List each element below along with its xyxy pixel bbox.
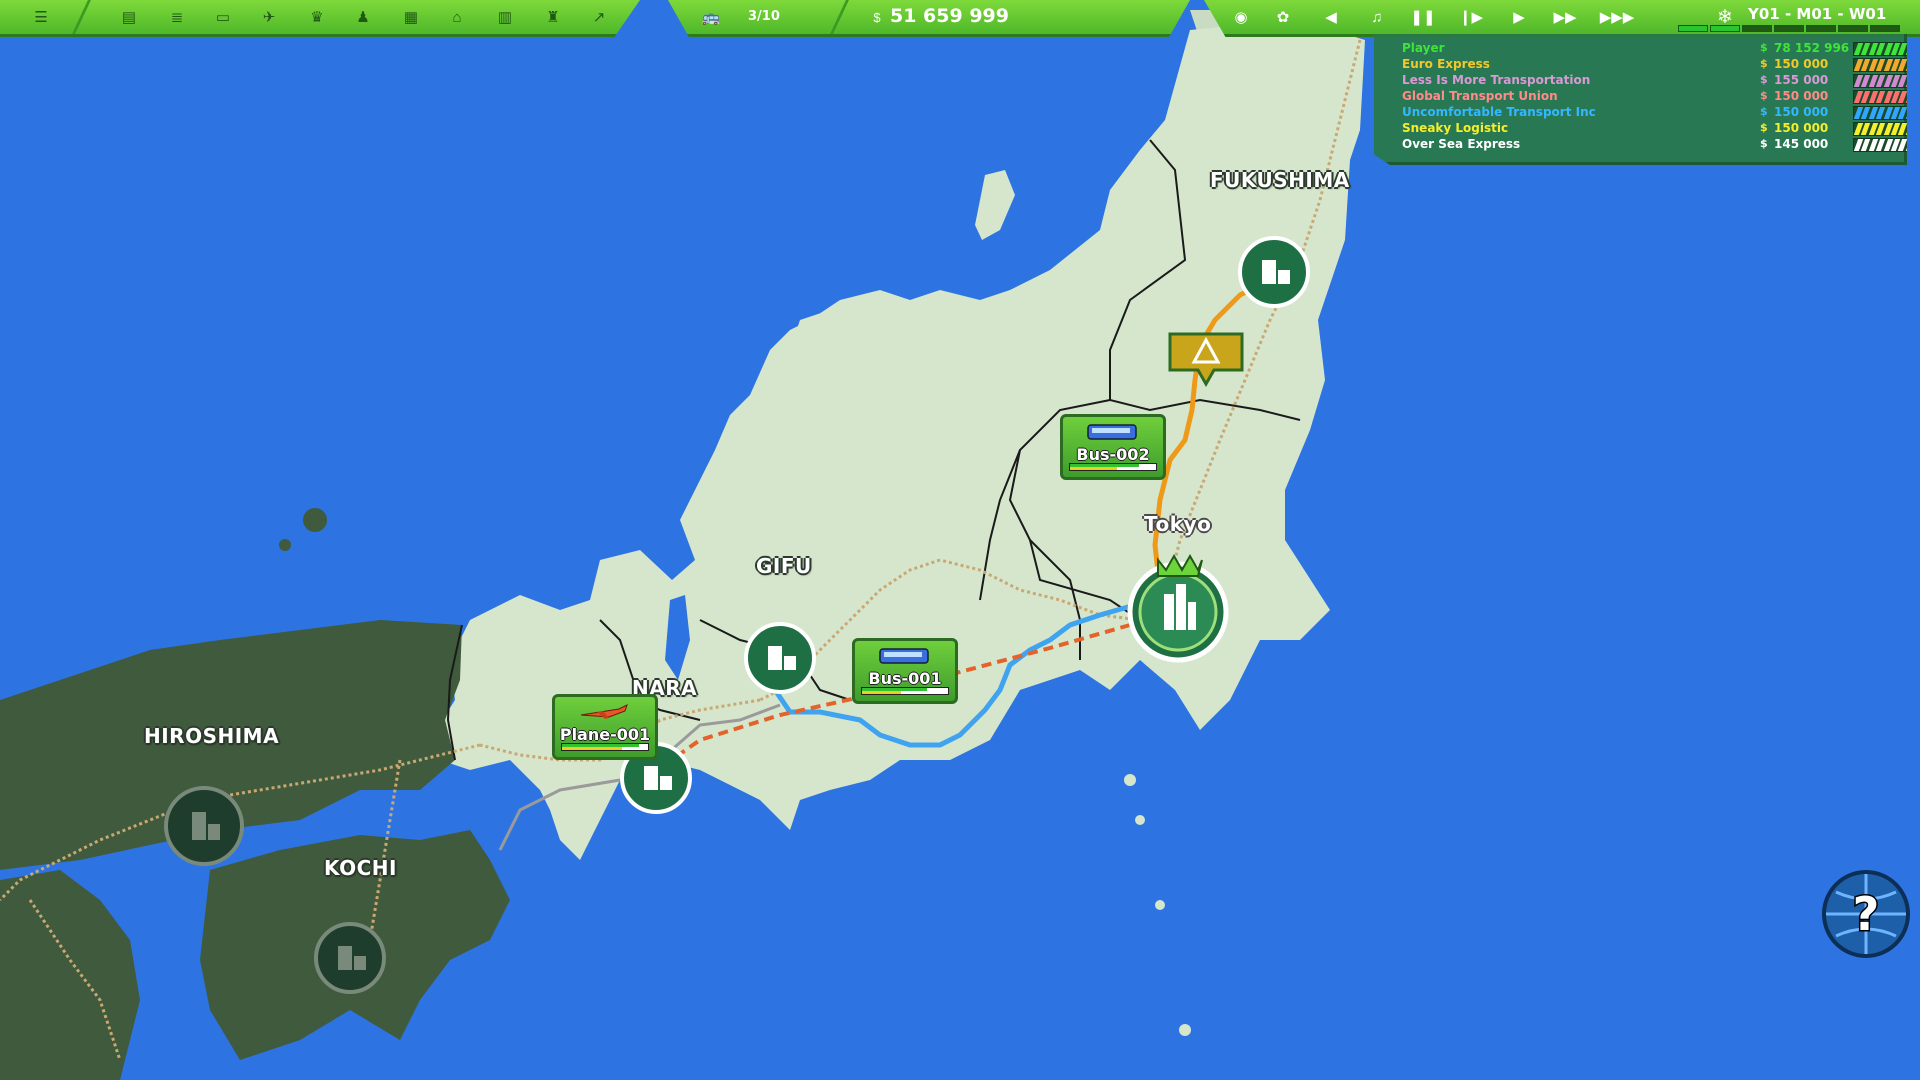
coin-icon: $ [1760,89,1768,102]
coin-icon: $ [1760,57,1768,70]
competitor-value: 150 000 [1774,57,1828,71]
step-icon[interactable]: ❙▶ [1458,5,1484,29]
competitor-value: 155 000 [1774,73,1828,87]
date-progress [1774,25,1804,32]
station-kochi[interactable] [316,924,384,992]
competitor-value: 78 152 996 [1774,41,1849,55]
region-label-kochi: KOCHI [324,856,397,880]
main-toolbar: ☰ ▤ ≣ ▭ ✈ ♛ ♟ ▦ ⌂ ▥ ♜ ↗ [0,0,640,37]
vehicle-progress [1069,463,1157,471]
competitor-row[interactable]: Global Transport Union $150 000 [1402,88,1902,104]
date-progress [1742,25,1772,32]
coin-icon: $ [1760,73,1768,86]
coin-icon: $ [1760,121,1768,134]
date-progress [1710,25,1740,32]
competitor-name: Over Sea Express [1402,137,1520,151]
competitor-name: Uncomfortable Transport Inc [1402,105,1596,119]
competitor-panel: Player$78 152 996Euro Express$150 000Les… [1374,34,1907,165]
competitor-row[interactable]: Uncomfortable Transport Inc $150 000 [1402,104,1902,120]
coin-icon: $ [1760,105,1768,118]
help-label: ? [1853,887,1880,941]
bus-icon [1087,423,1137,441]
gear-icon[interactable]: ✿ [1270,5,1296,29]
shop-icon[interactable]: ▤ [116,5,142,29]
competitor-row[interactable]: Less Is More Transportation $155 000 [1402,72,1902,88]
region-label-gifu: GIFU [756,554,812,578]
menu-icon[interactable]: ☰ [28,5,54,29]
competitor-name: Player [1402,41,1445,55]
bank-icon[interactable]: ⌂ [444,5,470,29]
bus-icon[interactable]: ▭ [210,5,236,29]
vehicle-label: Plane-001 [555,725,655,744]
competitor-row[interactable]: Player $78 152 996 [1402,40,1902,56]
competitor-value: 150 000 [1774,89,1828,103]
help-button[interactable]: ? [1820,868,1912,960]
vehicle-count: 3/10 [748,9,780,24]
game-date: Y01 - M01 - W01 [1748,5,1886,23]
control-bar: ◉ ✿ ◀ ♫ ❚❚ ❙▶ ▶ ▶▶ ▶▶▶ ❄ Y01 - M01 - W01 [1204,0,1920,37]
person-icon[interactable]: ♟ [350,5,376,29]
vehicle-label: Bus-001 [855,669,955,688]
money-amount: 51 659 999 [890,5,1009,27]
competitor-row[interactable]: Sneaky Logistic $150 000 [1402,120,1902,136]
city-icon[interactable]: ▥ [492,5,518,29]
vehicles-icon[interactable]: 🚌 [698,5,724,29]
play-icon[interactable]: ▶ [1506,5,1532,29]
vehicle-progress [861,687,949,695]
music-icon[interactable]: ♫ [1364,5,1390,29]
competitor-name: Euro Express [1402,57,1490,71]
competitor-value: 150 000 [1774,105,1828,119]
plane-icon [579,703,629,721]
pause-icon[interactable]: ❚❚ [1410,5,1436,29]
coin-icon: $ [868,8,886,26]
sound-icon[interactable]: ◀ [1318,5,1344,29]
competitor-row[interactable]: Euro Express $150 000 [1402,56,1902,72]
fast-icon[interactable]: ▶▶ [1552,5,1578,29]
city-label-tokyo: Tokyo [1144,512,1211,536]
vehicle-tag-bus-001[interactable]: Bus-001 [852,638,958,704]
plane-icon[interactable]: ✈ [256,5,282,29]
vehicle-tag-bus-002[interactable]: Bus-002 [1060,414,1166,480]
date-progress [1838,25,1868,32]
coin-icon: $ [1760,41,1768,54]
trophy-icon[interactable]: ♛ [304,5,330,29]
competitor-name: Sneaky Logistic [1402,121,1508,135]
award-icon[interactable]: ♜ [540,5,566,29]
station-gifu[interactable] [746,624,814,692]
station-hiroshima[interactable] [166,788,242,864]
competitor-name: Global Transport Union [1402,89,1558,103]
competitor-value: 150 000 [1774,121,1828,135]
eye-icon[interactable]: ◉ [1228,5,1254,29]
vehicle-progress [561,743,649,751]
date-progress [1678,25,1708,32]
competitor-value: 145 000 [1774,137,1828,151]
list-icon[interactable]: ≣ [164,5,190,29]
faster-icon[interactable]: ▶▶▶ [1604,5,1630,29]
competitor-row[interactable]: Over Sea Express $145 000 [1402,136,1902,152]
region-label-hiroshima: HIROSHIMA [144,724,279,748]
vehicle-label: Bus-002 [1063,445,1163,464]
competitor-name: Less Is More Transportation [1402,73,1590,87]
coin-icon: $ [1760,137,1768,150]
station-fukushima[interactable] [1240,238,1308,306]
date-progress [1806,25,1836,32]
vehicle-tag-plane-001[interactable]: Plane-001 [552,694,658,760]
bus-icon [879,647,929,665]
chart-icon[interactable]: ↗ [586,5,612,29]
date-progress [1870,25,1900,32]
region-label-fukushima: FUKUSHIMA [1210,168,1350,192]
office-icon[interactable]: ▦ [398,5,424,29]
status-bar: 🚌 3/10 $ 51 659 999 [668,0,1190,37]
